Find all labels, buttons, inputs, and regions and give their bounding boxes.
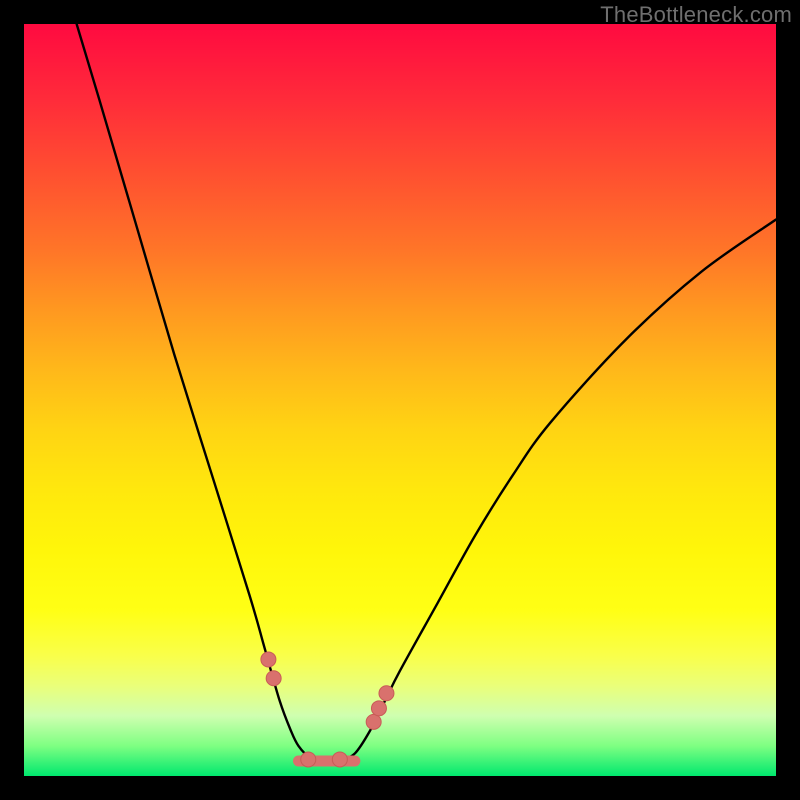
marker-group [261, 652, 394, 767]
marker-dot [366, 714, 381, 729]
curve-right-branch [340, 220, 776, 761]
marker-dot [266, 671, 281, 686]
marker-dot [371, 701, 386, 716]
plot-area [24, 24, 776, 776]
marker-dot [261, 652, 276, 667]
marker-dot [301, 752, 316, 767]
marker-dot [332, 752, 347, 767]
marker-dot [379, 686, 394, 701]
curve-left-branch [77, 24, 340, 761]
curve-layer [24, 24, 776, 776]
outer-frame: TheBottleneck.com [0, 0, 800, 800]
